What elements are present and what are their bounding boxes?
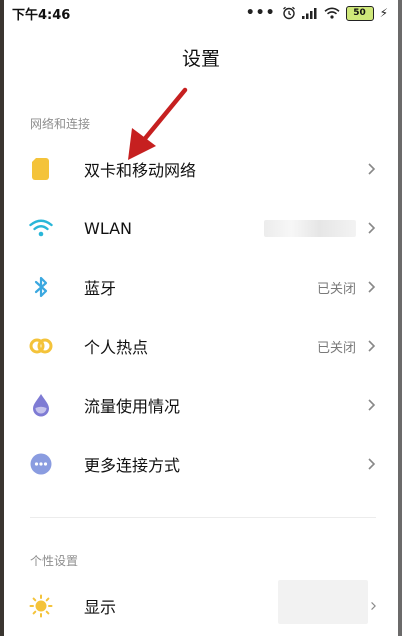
annotation-arrow-icon: [128, 87, 188, 160]
